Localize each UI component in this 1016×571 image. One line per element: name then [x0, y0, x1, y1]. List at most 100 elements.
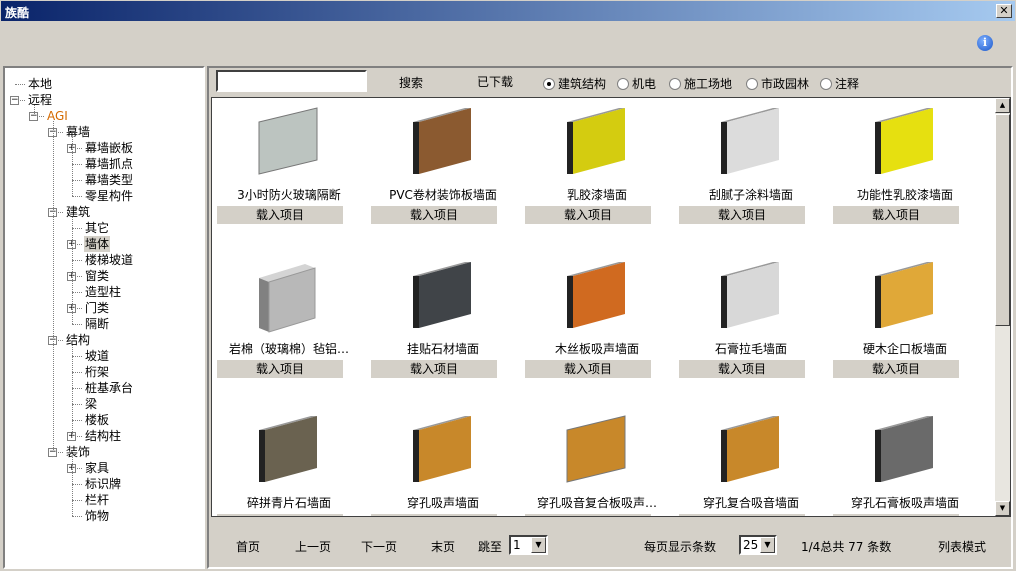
tree-item[interactable]: + 家具: [5, 460, 201, 476]
jump-page-select[interactable]: 1 ▼: [509, 535, 548, 555]
scroll-down-button[interactable]: ▼: [995, 501, 1010, 516]
tree-item[interactable]: 造型柱: [5, 284, 201, 300]
item-card[interactable]: 乳胶漆墙面 载入项目: [520, 98, 674, 253]
first-page-button[interactable]: 首页: [236, 538, 260, 555]
tree-connector: [72, 484, 82, 485]
per-page-select[interactable]: 25 ▼: [739, 535, 777, 555]
item-name: 木丝板吸声墙面: [554, 342, 639, 356]
item-card[interactable]: 穿孔石膏板吸声墙面载入项目: [828, 406, 982, 516]
tree-item[interactable]: + 幕墙嵌板: [5, 140, 201, 156]
search-input[interactable]: [216, 70, 367, 92]
category-radio[interactable]: 机电: [617, 75, 656, 92]
category-radio[interactable]: 施工场地: [669, 75, 732, 92]
chevron-down-icon[interactable]: ▼: [531, 537, 546, 553]
item-card[interactable]: 挂贴石材墙面载入项目: [366, 252, 520, 407]
item-card[interactable]: 3小时防火玻璃隔断载入项目: [212, 98, 366, 253]
radio-button[interactable]: [617, 77, 629, 90]
tree-item[interactable]: + 结构柱: [5, 428, 201, 444]
prev-page-button[interactable]: 上一页: [295, 538, 331, 555]
category-radio-label: 注释: [835, 77, 860, 91]
tree-item[interactable]: 栏杆: [5, 492, 201, 508]
item-card[interactable]: 石膏拉毛墙面 载入项目: [674, 252, 828, 407]
tree-item[interactable]: + 窗类: [5, 268, 201, 284]
load-project-button[interactable]: 载入项目: [525, 514, 651, 516]
item-card[interactable]: PVC卷材装饰板墙面 载入项目: [366, 98, 520, 253]
tree-item[interactable]: − 幕墙: [5, 124, 201, 140]
load-project-button[interactable]: 载入项目: [217, 360, 343, 378]
downloaded-button[interactable]: 已下载: [477, 73, 513, 90]
scroll-thumb[interactable]: [995, 114, 1010, 326]
item-name: 功能性乳胶漆墙面: [856, 188, 953, 202]
item-card[interactable]: 穿孔吸音复合板吸声… 载入项目: [520, 406, 674, 516]
item-card[interactable]: 穿孔复合吸音墙面载入项目: [674, 406, 828, 516]
item-name: 穿孔吸声墙面: [406, 496, 479, 510]
load-project-button[interactable]: 载入项目: [525, 360, 651, 378]
list-mode-button[interactable]: 列表模式: [938, 538, 986, 555]
load-project-button[interactable]: 载入项目: [371, 514, 497, 516]
radio-button[interactable]: [669, 77, 681, 90]
tree-item[interactable]: 隔断: [5, 316, 201, 332]
category-radio[interactable]: 建筑结构: [543, 75, 606, 92]
tree-item[interactable]: + 门类: [5, 300, 201, 316]
item-name: 挂贴石材墙面: [406, 342, 479, 356]
item-grid: 3小时防火玻璃隔断 载入项目 PVC卷材装饰板墙面 载入项目 乳胶漆墙面 载入项目 刮腻子涂…: [211, 97, 1011, 517]
tree-item[interactable]: 坡道: [5, 348, 201, 364]
scroll-up-button[interactable]: ▲: [995, 98, 1010, 113]
close-button[interactable]: ✕: [996, 4, 1012, 18]
load-project-button[interactable]: 载入项目: [679, 206, 805, 224]
load-project-button[interactable]: 载入项目: [833, 206, 959, 224]
tree-item[interactable]: 梁: [5, 396, 201, 412]
tree-item[interactable]: 桩基承台: [5, 380, 201, 396]
load-project-button[interactable]: 载入项目: [833, 514, 959, 516]
tree-item[interactable]: 桁架: [5, 364, 201, 380]
tree-item[interactable]: 饰物: [5, 508, 201, 524]
tree-connector: [72, 180, 82, 181]
load-project-button[interactable]: 载入项目: [217, 206, 343, 224]
item-card[interactable]: 岩棉（玻璃棉）毡铝… 载入项目: [212, 252, 366, 407]
tree-item-label: 造型柱: [85, 285, 122, 299]
item-name: 3小时防火玻璃隔断: [237, 188, 341, 202]
tree-item[interactable]: 其它: [5, 220, 201, 236]
tree-item[interactable]: 幕墙类型: [5, 172, 201, 188]
item-thumbnail: [566, 415, 626, 483]
item-card[interactable]: 功能性乳胶漆墙面载入项目: [828, 98, 982, 253]
tree-item[interactable]: 本地: [5, 76, 201, 92]
tree-item[interactable]: 标识牌: [5, 476, 201, 492]
load-project-button[interactable]: 载入项目: [679, 360, 805, 378]
tree-item[interactable]: 楼板: [5, 412, 201, 428]
load-project-button[interactable]: 载入项目: [525, 206, 651, 224]
load-project-button[interactable]: 载入项目: [679, 514, 805, 516]
tree-item[interactable]: 零星构件: [5, 188, 201, 204]
category-radio[interactable]: 市政园林: [746, 75, 809, 92]
tree-item[interactable]: − 结构: [5, 332, 201, 348]
collapse-icon[interactable]: −: [10, 96, 19, 105]
next-page-button[interactable]: 下一页: [361, 538, 397, 555]
item-card[interactable]: 穿孔吸声墙面载入项目: [366, 406, 520, 516]
load-project-button[interactable]: 载入项目: [217, 514, 343, 516]
last-page-button[interactable]: 末页: [431, 538, 455, 555]
tree-item[interactable]: 楼梯坡道: [5, 252, 201, 268]
tree-item[interactable]: 幕墙抓点: [5, 156, 201, 172]
tree-item[interactable]: − 建筑: [5, 204, 201, 220]
category-tree: 本地 − 远程 − AGI − 幕墙 + 幕墙嵌板 幕墙抓点 幕墙类型 零星构件 − 建筑 其它 + 墙体 楼梯坡…: [3, 66, 205, 569]
tree-item-label: 标识牌: [85, 477, 122, 491]
search-button[interactable]: 搜索: [399, 74, 423, 91]
load-project-button[interactable]: 载入项目: [371, 206, 497, 224]
vertical-scrollbar[interactable]: ▲ ▼: [995, 98, 1010, 516]
radio-button[interactable]: [746, 77, 758, 90]
load-project-button[interactable]: 载入项目: [371, 360, 497, 378]
radio-button[interactable]: [543, 77, 555, 90]
info-icon[interactable]: i: [977, 35, 993, 51]
item-card[interactable]: 刮腻子涂料墙面 载入项目: [674, 98, 828, 253]
radio-button[interactable]: [820, 77, 832, 90]
load-project-button[interactable]: 载入项目: [833, 360, 959, 378]
item-card[interactable]: 木丝板吸声墙面载入项目: [520, 252, 674, 407]
tree-item[interactable]: + 墙体: [5, 236, 201, 252]
item-thumbnail: [413, 416, 471, 482]
item-card[interactable]: 硬木企口板墙面 载入项目: [828, 252, 982, 407]
category-radio[interactable]: 注释: [820, 75, 859, 92]
chevron-down-icon[interactable]: ▼: [760, 537, 775, 553]
tree-item-label: 墙体: [84, 236, 111, 252]
tree-item[interactable]: − 装饰: [5, 444, 201, 460]
item-card[interactable]: 碎拼青片石墙面载入项目: [212, 406, 366, 516]
